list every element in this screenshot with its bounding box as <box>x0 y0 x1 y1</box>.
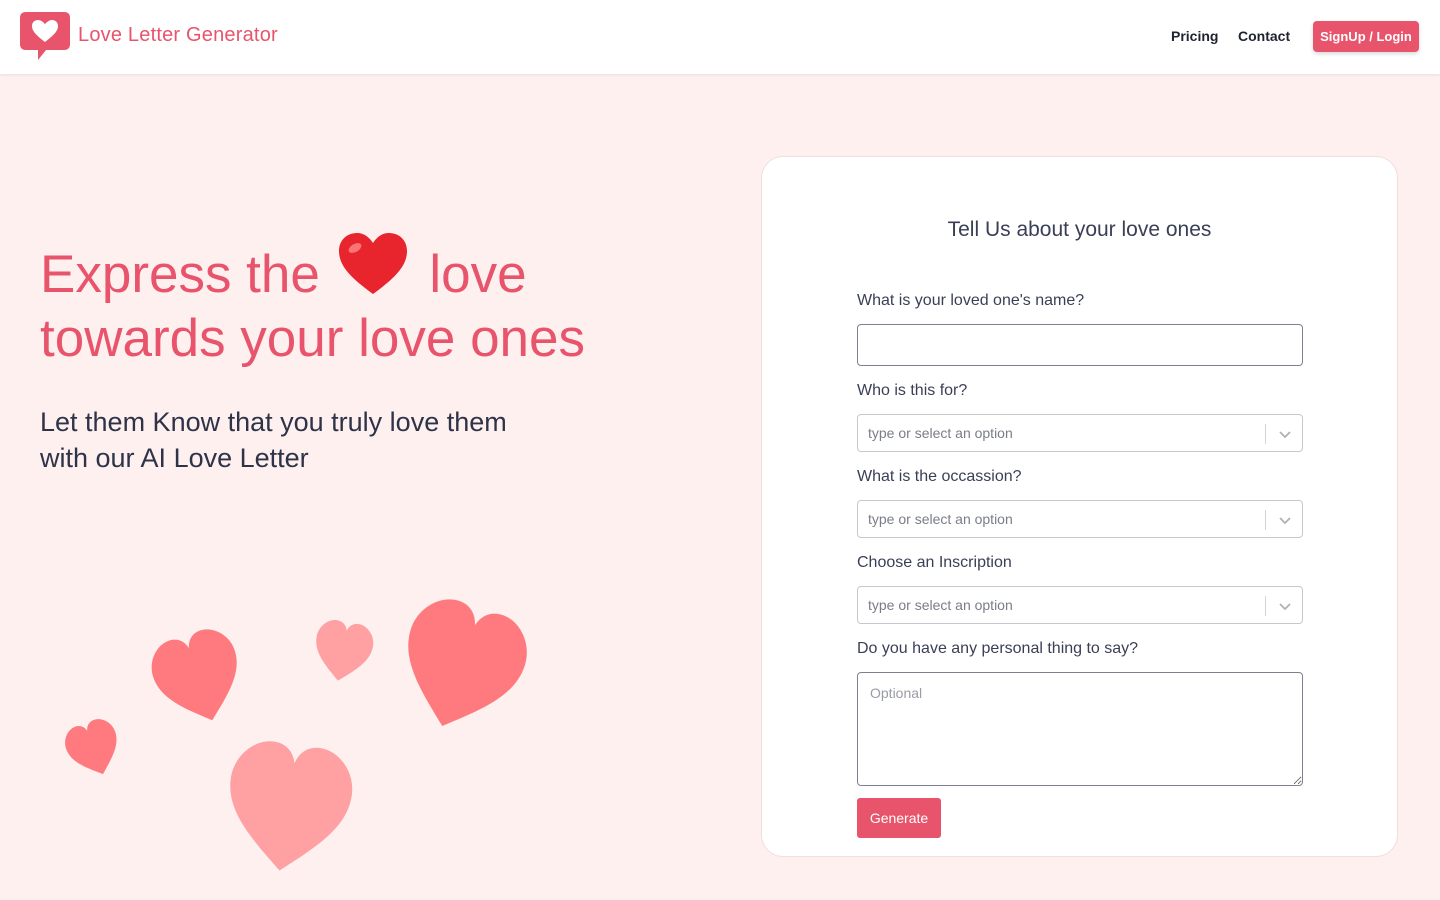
brand-name[interactable]: Love Letter Generator <box>78 24 278 47</box>
signup-login-button[interactable]: SignUp / Login <box>1313 21 1419 52</box>
headline-line2: towards your love ones <box>40 309 586 368</box>
red-heart-emoji-icon <box>338 233 407 294</box>
occasion-label: What is the occassion? <box>857 468 1022 485</box>
subline-1: Let them Know that you truly love them <box>40 407 507 437</box>
loved-one-name-input[interactable] <box>857 324 1303 366</box>
select-separator <box>1265 510 1266 530</box>
chevron-down-icon[interactable] <box>1278 513 1292 527</box>
occasion-select[interactable]: type or select an option <box>857 500 1303 538</box>
occasion-placeholder: type or select an option <box>868 511 1013 527</box>
recipient-placeholder: type or select an option <box>868 425 1013 441</box>
headline-part1: Express the <box>40 245 320 304</box>
recipient-select[interactable]: type or select an option <box>857 414 1303 452</box>
inscription-select[interactable]: type or select an option <box>857 586 1303 624</box>
nav-contact-link[interactable]: Contact <box>1238 28 1290 44</box>
chevron-down-icon[interactable] <box>1278 599 1292 613</box>
form-title: Tell Us about your love ones <box>947 218 1212 241</box>
chevron-down-icon[interactable] <box>1278 427 1292 441</box>
heart-small-top <box>316 620 374 681</box>
decorative-hearts-illustration <box>65 599 527 871</box>
heart-small-left <box>65 719 117 775</box>
heart-large-right <box>408 599 527 726</box>
select-separator <box>1265 596 1266 616</box>
hero-subheadline: Let them Know that you truly love them w… <box>40 404 600 476</box>
nav-pricing-link[interactable]: Pricing <box>1171 28 1218 44</box>
subline-2: with our AI Love Letter <box>40 443 309 473</box>
personal-message-label: Do you have any personal thing to say? <box>857 640 1139 657</box>
inscription-label: Choose an Inscription <box>857 554 1012 571</box>
recipient-label: Who is this for? <box>857 382 968 399</box>
top-navbar: Love Letter Generator Pricing Contact Si… <box>0 0 1440 74</box>
heart-chat-logo-icon[interactable] <box>20 12 70 62</box>
name-label: What is your loved one's name? <box>857 292 1085 309</box>
select-separator <box>1265 424 1266 444</box>
heart-large-bottom <box>230 741 353 871</box>
hero-headline: Express the love towards your love ones <box>40 232 680 369</box>
heart-medium-left <box>151 629 237 721</box>
red-heart-icon <box>337 232 409 309</box>
personal-message-textarea[interactable] <box>857 672 1303 786</box>
headline-part2: love <box>429 245 527 304</box>
generate-button[interactable]: Generate <box>857 798 941 838</box>
inscription-placeholder: type or select an option <box>868 597 1013 613</box>
